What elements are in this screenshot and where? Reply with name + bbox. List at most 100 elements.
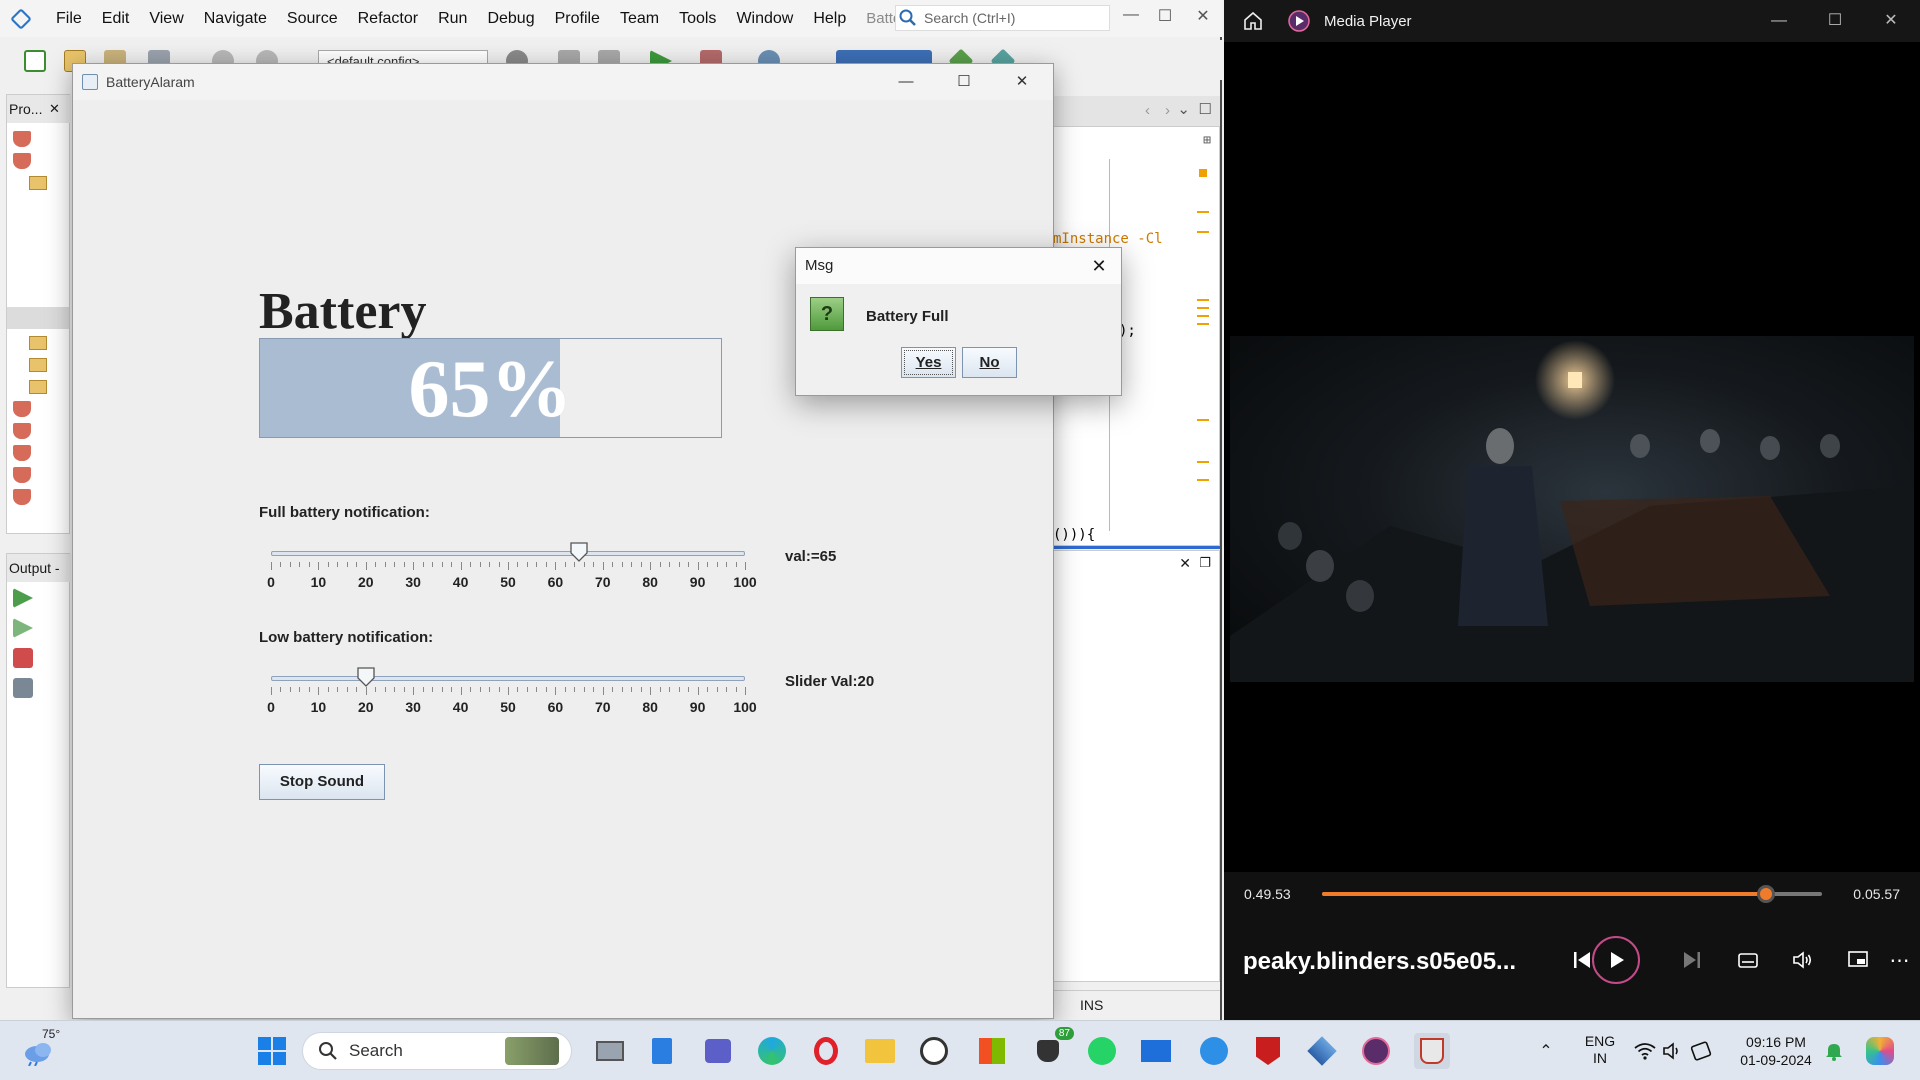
menu-tools[interactable]: Tools (669, 0, 726, 37)
editor-splitter[interactable] (1052, 546, 1220, 549)
projects-tab[interactable]: Pro... ✕ (7, 95, 71, 123)
tray-overflow-button[interactable]: ⌃ (1534, 1033, 1558, 1069)
menu-window[interactable]: Window (726, 0, 803, 37)
notepad-app[interactable] (644, 1033, 680, 1069)
menu-file[interactable]: File (46, 0, 92, 37)
menu-help[interactable]: Help (803, 0, 856, 37)
close-button[interactable]: ✕ (1005, 68, 1039, 96)
opera-app[interactable] (808, 1033, 844, 1069)
weather-widget[interactable]: 75° (18, 1027, 60, 1069)
store-app[interactable] (974, 1033, 1010, 1069)
help-app[interactable] (1196, 1033, 1232, 1069)
volume-button[interactable] (1780, 938, 1824, 982)
volume-tray-button[interactable] (1660, 1033, 1686, 1069)
chevron-right-icon[interactable]: › (1165, 102, 1170, 119)
ide-close-button[interactable]: ✕ (1188, 6, 1218, 30)
menu-run[interactable]: Run (428, 0, 477, 37)
playback-controls: 0.49.53 0.05.57 peaky.blinders.s05e05...… (1224, 872, 1920, 1020)
mp-minimize-button[interactable]: — (1762, 8, 1796, 34)
close-icon[interactable]: ✕ (1179, 555, 1191, 572)
maximize-editor-icon[interactable]: ☐ (1199, 100, 1212, 118)
stop-icon[interactable] (13, 648, 33, 668)
menu-debug[interactable]: Debug (477, 0, 544, 37)
taskbar-clock[interactable]: 09:16 PM 01-09-2024 (1736, 1033, 1816, 1069)
ide-search-box[interactable]: Search (Ctrl+I) (895, 5, 1110, 31)
task-view-button[interactable] (592, 1033, 628, 1069)
yes-button[interactable]: Yes (901, 347, 956, 378)
more-options-button[interactable]: ⋯ (1888, 938, 1912, 982)
myhp-app[interactable] (1138, 1033, 1174, 1069)
media-player-app[interactable] (1358, 1033, 1394, 1069)
edge-app[interactable] (754, 1033, 790, 1069)
seek-bar[interactable] (1322, 885, 1822, 903)
video-frame[interactable] (1230, 336, 1914, 682)
notification-center-button[interactable] (1822, 1033, 1846, 1069)
no-button[interactable]: No (962, 347, 1017, 378)
tree-item[interactable] (13, 421, 71, 441)
clock-app[interactable] (916, 1033, 952, 1069)
notifications-app[interactable]: 87 (1030, 1027, 1074, 1069)
menu-navigate[interactable]: Navigate (194, 0, 277, 37)
wifi-button[interactable] (1632, 1033, 1658, 1069)
minimize-button[interactable]: — (889, 68, 923, 96)
java-app[interactable] (1414, 1033, 1450, 1069)
next-button[interactable] (1670, 938, 1714, 982)
tree-item[interactable] (13, 443, 71, 463)
slider-tick (413, 562, 415, 570)
rerun-params-icon[interactable] (13, 618, 33, 638)
menu-profile[interactable]: Profile (545, 0, 610, 37)
netbeans-app[interactable] (1304, 1033, 1340, 1069)
slider-tick (697, 562, 699, 570)
search-icon (319, 1042, 337, 1060)
chevron-down-icon[interactable]: ⌄ (1177, 100, 1190, 118)
stop-sound-button[interactable]: Stop Sound (259, 764, 385, 800)
restore-icon[interactable]: ❐ (1199, 555, 1211, 571)
rerun-icon[interactable] (13, 588, 33, 608)
tree-item[interactable] (13, 487, 71, 507)
slider-thumb[interactable] (570, 542, 588, 562)
volume-icon (1793, 951, 1812, 969)
ide-minimize-button[interactable]: — (1116, 6, 1146, 30)
menu-team[interactable]: Team (610, 0, 669, 37)
code-line: ())){ (1053, 527, 1096, 543)
menu-refactor[interactable]: Refactor (348, 0, 428, 37)
start-button[interactable] (254, 1033, 290, 1069)
taskbar-search-label: Search (349, 1041, 403, 1060)
battery-tray-button[interactable] (1688, 1033, 1714, 1069)
full-battery-slider[interactable]: 0 10 20 30 40 50 60 70 80 90 100 (267, 542, 757, 606)
menu-view[interactable]: View (139, 0, 193, 37)
close-icon[interactable]: ✕ (49, 95, 60, 123)
tree-item[interactable] (13, 129, 71, 149)
play-button[interactable] (1592, 936, 1640, 984)
ide-maximize-button[interactable]: ☐ (1150, 6, 1180, 30)
mini-player-button[interactable] (1836, 938, 1880, 982)
maximize-button[interactable]: ☐ (947, 68, 981, 96)
seek-bar-thumb[interactable] (1756, 885, 1775, 903)
home-icon[interactable] (1242, 10, 1264, 32)
language-indicator[interactable]: ENG IN (1580, 1033, 1620, 1067)
settings-icon[interactable] (13, 678, 33, 698)
mp-close-button[interactable]: ✕ (1874, 8, 1908, 34)
tree-item[interactable] (13, 399, 71, 419)
mp-maximize-button[interactable]: ☐ (1818, 8, 1852, 34)
file-explorer-app[interactable] (862, 1033, 898, 1069)
close-icon[interactable]: ✕ (1085, 252, 1113, 280)
low-battery-slider[interactable]: 0 10 20 30 40 50 60 70 80 90 100 (267, 667, 757, 731)
teams-app[interactable] (700, 1033, 736, 1069)
slider-thumb[interactable] (357, 667, 375, 687)
chevron-left-icon[interactable]: ‹ (1145, 102, 1150, 119)
slider-tick (365, 562, 367, 570)
output-tab[interactable]: Output - (7, 554, 71, 582)
copilot-button[interactable] (1862, 1033, 1898, 1069)
menu-source[interactable]: Source (277, 0, 348, 37)
split-editor-icon[interactable]: ⊞ (1203, 133, 1211, 148)
tree-item[interactable] (13, 465, 71, 485)
whatsapp-app[interactable] (1084, 1033, 1120, 1069)
mcafee-app[interactable] (1250, 1033, 1286, 1069)
menu-edit[interactable]: Edit (92, 0, 140, 37)
new-file-icon[interactable] (24, 50, 46, 72)
subtitles-button[interactable] (1726, 938, 1770, 982)
tree-item[interactable] (13, 151, 71, 171)
slider-tick (640, 562, 642, 567)
taskbar-search[interactable]: Search (302, 1032, 572, 1070)
